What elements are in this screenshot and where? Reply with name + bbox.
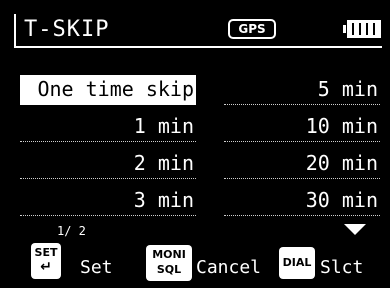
menu-item-5-min[interactable]: 5 min bbox=[224, 75, 380, 105]
cancel-label: Cancel bbox=[196, 257, 262, 278]
select-label: Slct bbox=[320, 257, 364, 278]
page-title: T-SKIP bbox=[24, 17, 110, 42]
menu-item-1-min[interactable]: 1 min bbox=[20, 112, 196, 142]
set-label: Set bbox=[80, 257, 113, 278]
gps-indicator: GPS bbox=[228, 19, 276, 39]
screen: T-SKIP GPS One time skip 1 min 2 min 3 m… bbox=[0, 0, 390, 288]
moni-key-text: MONI bbox=[152, 248, 186, 261]
enter-arrow-icon: ↵ bbox=[40, 259, 52, 275]
menu-item-20-min[interactable]: 20 min bbox=[224, 149, 380, 179]
dial-key-icon[interactable]: DIAL bbox=[279, 247, 315, 279]
set-key-text: SET bbox=[34, 246, 58, 259]
menu-item-3-min[interactable]: 3 min bbox=[20, 186, 196, 216]
menu-item-2-min[interactable]: 2 min bbox=[20, 149, 196, 179]
title-bar: T-SKIP GPS bbox=[14, 14, 382, 48]
menu-item-30-min[interactable]: 30 min bbox=[224, 186, 380, 216]
sql-key-text: SQL bbox=[156, 263, 182, 276]
battery-full-icon bbox=[343, 20, 381, 38]
moni-sql-key-icon[interactable]: MONI SQL bbox=[146, 245, 192, 281]
menu-item-one-time-skip[interactable]: One time skip bbox=[20, 75, 196, 105]
scroll-down-arrow-icon bbox=[344, 224, 366, 235]
menu-item-10-min[interactable]: 10 min bbox=[224, 112, 380, 142]
page-indicator: 1/ 2 bbox=[57, 224, 86, 238]
set-key-icon[interactable]: SET ↵ bbox=[31, 243, 61, 279]
